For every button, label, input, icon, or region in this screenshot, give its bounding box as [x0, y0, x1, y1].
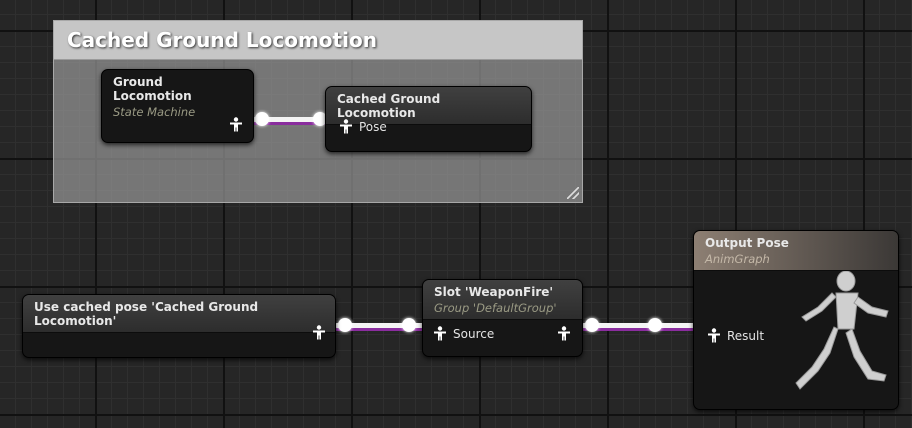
wire-slot-to-output [582, 323, 698, 328]
pin-label: Pose [359, 119, 387, 134]
pose-person-icon [340, 119, 352, 134]
pose-output-pin[interactable] [557, 326, 571, 341]
pose-input-pin[interactable]: Pose [339, 119, 387, 134]
node-subtitle: AnimGraph [705, 252, 770, 266]
node-header: Slot 'WeaponFire' Group 'DefaultGroup' [423, 280, 582, 320]
pose-person-icon [230, 117, 242, 132]
node-header: Ground Locomotion State Machine [102, 70, 253, 123]
resize-grip-icon[interactable] [567, 187, 579, 199]
node-title: Slot 'WeaponFire' [434, 285, 554, 299]
node-use-cached-pose[interactable]: Use cached pose 'Cached Ground Locomotio… [22, 294, 336, 358]
node-subtitle: State Machine [113, 105, 196, 119]
pose-person-icon [708, 328, 720, 343]
result-input-pin[interactable]: Result [707, 328, 764, 343]
pose-output-pin[interactable] [229, 117, 243, 132]
reroute-knot[interactable] [338, 318, 352, 332]
pose-person-icon [434, 326, 446, 341]
pose-output-pin[interactable] [312, 325, 326, 340]
comment-title[interactable]: Cached Ground Locomotion [54, 21, 582, 60]
node-cached-ground-locomotion[interactable]: Cached Ground Locomotion Pose [325, 86, 532, 152]
pin-label: Result [727, 328, 765, 343]
mannequin-running-icon [795, 271, 889, 390]
reroute-knot[interactable] [648, 318, 662, 332]
node-subtitle: Group 'DefaultGroup' [434, 301, 557, 315]
reroute-knot[interactable] [402, 318, 416, 332]
node-output-pose[interactable]: Output Pose AnimGraph Result [693, 230, 899, 410]
pin-label: Source [453, 326, 495, 341]
node-title: Cached Ground Locomotion [337, 92, 441, 120]
reroute-knot[interactable] [255, 112, 269, 126]
node-header: Use cached pose 'Cached Ground Locomotio… [23, 295, 335, 333]
reroute-knot[interactable] [585, 318, 599, 332]
node-header: Output Pose AnimGraph [694, 231, 898, 271]
node-title: Output Pose [705, 236, 789, 250]
node-slot-weaponfire[interactable]: Slot 'WeaponFire' Group 'DefaultGroup' S… [422, 279, 583, 357]
node-title: Ground Locomotion [113, 75, 192, 103]
pose-person-icon [558, 326, 570, 341]
node-title: Use cached pose 'Cached Ground Locomotio… [34, 300, 259, 328]
source-input-pin[interactable]: Source [433, 326, 494, 341]
node-ground-locomotion[interactable]: Ground Locomotion State Machine [101, 69, 254, 143]
pose-person-icon [313, 325, 325, 340]
